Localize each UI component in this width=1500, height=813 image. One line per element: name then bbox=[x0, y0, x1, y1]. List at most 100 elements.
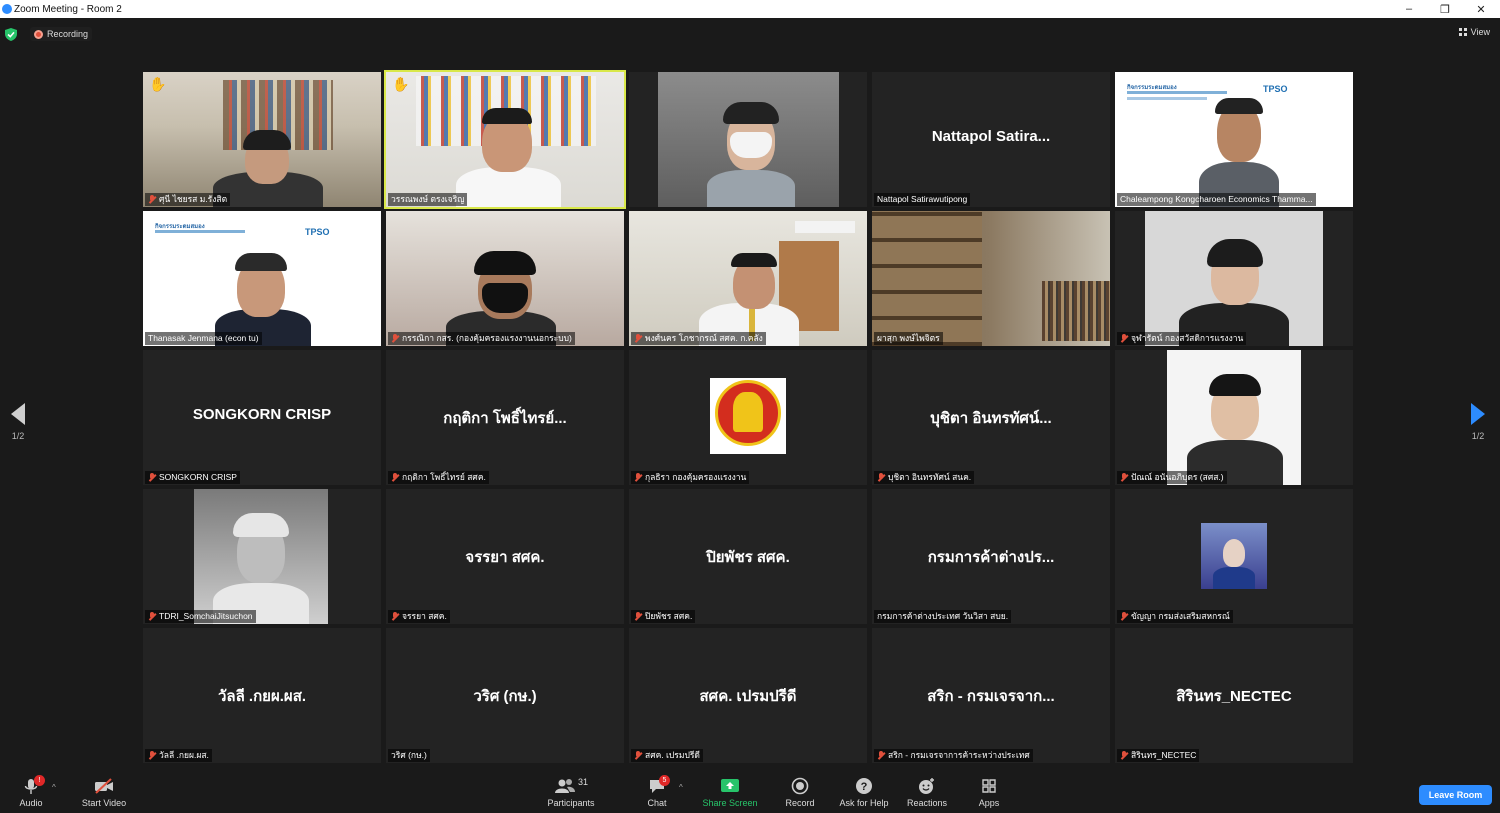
svg-text:?: ? bbox=[861, 781, 868, 793]
participant-tile[interactable]: กิจกรรมระดมสมอง TPSO Thanasak Jenmana (e… bbox=[143, 211, 381, 346]
page-indicator-left: 1/2 bbox=[11, 431, 25, 441]
view-label: View bbox=[1470, 27, 1490, 37]
participant-tile[interactable]: ✋ ศุนี ไชยรส ม.รังสิต bbox=[143, 72, 381, 207]
participant-tile[interactable]: กรรณิกา กสร. (กองคุ้มครองแรงงานนอกระบบ) bbox=[386, 211, 624, 346]
participant-name-label: ศุนี ไชยรส ม.รังสิต bbox=[145, 193, 231, 206]
participant-tile[interactable]: กรมการค้าต่างปร... กรมการค้าต่างประเทศ ว… bbox=[872, 489, 1110, 624]
reactions-smiley-icon bbox=[919, 778, 934, 794]
participant-display-name: วริศ (กษ.) bbox=[473, 688, 537, 705]
muted-mic-icon bbox=[391, 473, 399, 482]
record-label: Record bbox=[785, 798, 815, 808]
participant-tile-active-speaker[interactable]: ✋ วรรณพงษ์ ตรงเจริญ bbox=[384, 70, 626, 209]
participant-tile[interactable]: กุลธิรา กองคุ้มครองแรงงาน bbox=[629, 350, 867, 485]
audio-options-caret-icon[interactable]: ^ bbox=[52, 783, 56, 792]
participant-tile[interactable]: กิจกรรมระดมสมอง TPSO Chaleampong Kongcha… bbox=[1115, 72, 1353, 207]
participant-tile[interactable]: Nattapol Satira... Nattapol Satirawutipo… bbox=[872, 72, 1110, 207]
participant-name-label: กรรณิกา กสร. (กองคุ้มครองแรงงานนอกระบบ) bbox=[388, 332, 575, 345]
slide-brand: TPSO bbox=[1263, 84, 1288, 94]
participant-display-name: กรมการค้าต่างปร... bbox=[927, 549, 1055, 566]
muted-mic-icon bbox=[634, 751, 642, 760]
audio-button[interactable]: ! Audio bbox=[14, 775, 48, 808]
participant-display-name: กฤติกา โพธิ์ไทรย์... bbox=[443, 410, 567, 427]
participant-name-label: สิรินทร_NECTEC bbox=[1117, 749, 1200, 762]
apps-button[interactable]: Apps bbox=[972, 777, 1006, 808]
leave-room-button[interactable]: Leave Room bbox=[1419, 785, 1492, 805]
participant-tile[interactable]: วัลลี .กยผ.ผส. วัลลี .กยผ.ผส. bbox=[143, 628, 381, 763]
recording-indicator[interactable]: Recording bbox=[30, 27, 93, 41]
arrow-right-icon bbox=[1471, 403, 1485, 425]
participant-tile[interactable]: สริก - กรมเจรจาก... สริก - กรมเจรจาการค้… bbox=[872, 628, 1110, 763]
participants-icon bbox=[555, 779, 575, 793]
audio-label: Audio bbox=[19, 798, 43, 808]
arrow-left-icon bbox=[11, 403, 25, 425]
muted-mic-icon bbox=[148, 751, 156, 760]
participant-name-label: วรรณพงษ์ ตรงเจริญ bbox=[388, 193, 468, 206]
meeting-toolbar: ! Audio ^ Start Video 31 Participants 5 … bbox=[0, 773, 1500, 813]
security-shield-icon[interactable] bbox=[5, 28, 17, 41]
participant-tile[interactable]: สิรินทร_NECTEC สิรินทร_NECTEC bbox=[1115, 628, 1353, 763]
participant-display-name: Nattapol Satira... bbox=[931, 128, 1051, 145]
participant-display-name: ปิยพัชร สศค. bbox=[706, 549, 790, 566]
participant-name-label: วัลลี .กยผ.ผส. bbox=[145, 749, 212, 762]
raised-hand-icon: ✋ bbox=[392, 76, 410, 92]
muted-mic-icon bbox=[391, 334, 399, 343]
next-page-button[interactable]: 1/2 bbox=[1468, 403, 1488, 441]
participant-tile[interactable]: จุฬารัตน์ กองสวัสดิการแรงงาน bbox=[1115, 211, 1353, 346]
muted-mic-icon bbox=[877, 751, 885, 760]
participant-tile[interactable]: ปัณณ์ อนันอภิบุตร (สศส.) bbox=[1115, 350, 1353, 485]
participant-display-name: จรรยา สศค. bbox=[465, 549, 545, 566]
participant-tile[interactable]: ขัญญา กรมส่งเสริมสหกรณ์ bbox=[1115, 489, 1353, 624]
title-bar: Zoom Meeting - Room 2 – ❐ ✕ bbox=[0, 0, 1500, 18]
chat-unread-badge: 5 bbox=[659, 775, 670, 786]
muted-mic-icon bbox=[877, 473, 885, 482]
participant-tile[interactable]: วริศ (กษ.) วริศ (กษ.) bbox=[386, 628, 624, 763]
participant-tile[interactable] bbox=[629, 72, 867, 207]
participant-tile[interactable]: ปิยพัชร สศค. ปิยพัชร สศค. bbox=[629, 489, 867, 624]
ask-for-help-label: Ask for Help bbox=[839, 798, 889, 808]
muted-mic-icon bbox=[1120, 612, 1128, 621]
apps-icon bbox=[982, 779, 996, 793]
reactions-label: Reactions bbox=[906, 798, 948, 808]
close-button[interactable]: ✕ bbox=[1464, 0, 1498, 18]
muted-mic-icon bbox=[148, 195, 156, 204]
participant-name-label: กุลธิรา กองคุ้มครองแรงงาน bbox=[631, 471, 750, 484]
page-indicator-right: 1/2 bbox=[1471, 431, 1485, 441]
participant-name-label: ขัญญา กรมส่งเสริมสหกรณ์ bbox=[1117, 610, 1233, 623]
ask-for-help-button[interactable]: ? Ask for Help bbox=[835, 777, 893, 808]
chat-options-caret-icon[interactable]: ^ bbox=[679, 783, 683, 792]
participant-tile[interactable]: สศค. เปรมปรีดี สศค. เปรมปรีดี bbox=[629, 628, 867, 763]
participants-count: 31 bbox=[578, 777, 589, 787]
restore-button[interactable]: ❐ bbox=[1428, 0, 1462, 18]
grid-view-icon bbox=[1458, 28, 1467, 36]
participant-name-label: สริก - กรมเจรจาการค้าระหว่างประเทศ bbox=[874, 749, 1033, 762]
view-button[interactable]: View bbox=[1458, 27, 1490, 37]
participants-label: Participants bbox=[547, 798, 595, 808]
participant-tile[interactable]: กฤติกา โพธิ์ไทรย์... กฤติกา โพธิ์ไทรย์ ส… bbox=[386, 350, 624, 485]
participant-display-name: สิรินทร_NECTEC bbox=[1176, 688, 1292, 705]
chat-button[interactable]: 5 Chat bbox=[642, 775, 672, 808]
participants-button[interactable]: 31 Participants bbox=[543, 777, 599, 808]
participant-display-name: สศค. เปรมปรีดี bbox=[699, 688, 797, 705]
participant-tile[interactable]: ผาสุก พงษ์ไพจิตร bbox=[872, 211, 1110, 346]
recording-dot-icon bbox=[34, 29, 43, 39]
window-title: Zoom Meeting - Room 2 bbox=[14, 3, 122, 15]
participant-name-label: Thanasak Jenmana (econ tu) bbox=[145, 332, 262, 345]
participant-tile[interactable]: TDRI_SomchaiJitsuchon bbox=[143, 489, 381, 624]
video-gallery: Recording View 1/2 1/2 ✋ ศุนี ไชยรส ม.รั… bbox=[0, 18, 1500, 773]
chat-label: Chat bbox=[647, 798, 667, 808]
participant-tile[interactable]: SONGKORN CRISP SONGKORN CRISP bbox=[143, 350, 381, 485]
participant-name-label: ปิยพัชร สศค. bbox=[631, 610, 696, 623]
participant-tile[interactable]: จรรยา สศค. จรรยา สศค. bbox=[386, 489, 624, 624]
minimize-button[interactable]: – bbox=[1392, 0, 1426, 18]
participant-tile[interactable]: บุชิตา อินทรทัศน์... บุชิตา อินทรทัศน์ ส… bbox=[872, 350, 1110, 485]
participant-name-label: วริศ (กษ.) bbox=[388, 749, 430, 762]
participant-name-label: ผาสุก พงษ์ไพจิตร bbox=[874, 332, 943, 345]
start-video-button[interactable]: Start Video bbox=[76, 777, 132, 808]
previous-page-button[interactable]: 1/2 bbox=[8, 403, 28, 441]
participant-name-label: จรรยา สศค. bbox=[388, 610, 450, 623]
participant-tile[interactable]: พงศ์นคร โภชากรณ์ สศค. ก.คลัง bbox=[629, 211, 867, 346]
help-question-icon: ? bbox=[856, 778, 872, 794]
record-button[interactable]: Record bbox=[780, 777, 820, 808]
share-screen-button[interactable]: Share Screen bbox=[700, 777, 760, 808]
reactions-button[interactable]: Reactions bbox=[902, 777, 952, 808]
